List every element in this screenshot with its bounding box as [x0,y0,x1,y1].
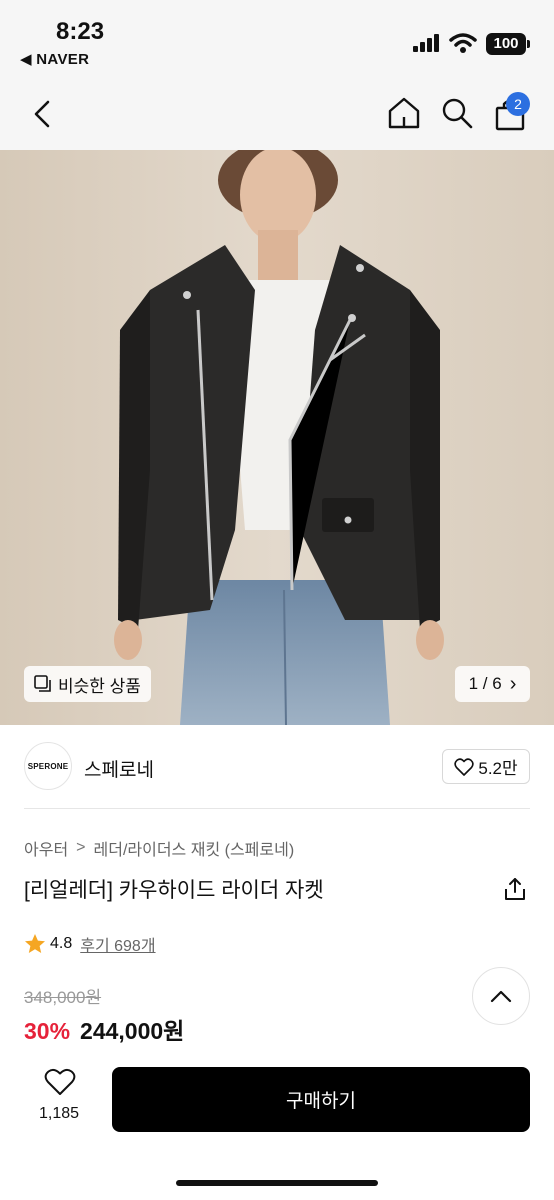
similar-products-button[interactable]: 비슷한 상품 [24,666,151,702]
rating-score: 4.8 [50,935,73,952]
image-page-indicator[interactable]: 1 / 6 › [455,666,530,702]
product-title: [리얼레더] 카우하이드 라이더 자켓 [24,879,324,902]
breadcrumb-separator: > [76,839,86,856]
heart-icon [454,757,475,776]
scroll-to-top-button[interactable] [472,967,530,1025]
breadcrumb-category[interactable]: 아우터 [24,836,68,860]
search-icon[interactable] [440,96,474,130]
wifi-icon [449,33,477,53]
chevron-up-icon [490,990,512,1003]
divider [24,808,530,809]
brand-name[interactable]: 스페로네 [84,755,154,782]
breadcrumb-subcategory[interactable]: 레더/라이더스 재킷 (스페로네) [94,836,295,860]
share-icon[interactable] [502,876,528,902]
sale-price: 244,000원 [80,1018,185,1044]
reviews-link[interactable]: 후기 698개 [80,932,155,956]
home-icon[interactable] [386,95,422,131]
rating-row: 4.8 후기 698개 [24,932,156,956]
wishlist-count: 1,185 [38,1105,80,1122]
brand-like-count: 5.2만 [478,759,518,778]
similar-products-label: 비슷한 상품 [58,676,141,696]
product-image[interactable]: 비슷한 상품 1 / 6 › [0,150,554,725]
brand-like-button[interactable]: 5.2만 [442,749,530,784]
status-time: 8:23 [56,18,105,45]
price-row: 30% 244,000원 [24,1012,184,1046]
top-navbar [0,80,554,150]
signal-icon [413,34,439,52]
original-price: 348,000원 [24,988,102,1007]
back-chevron-icon[interactable] [28,98,56,130]
back-to-app-link[interactable]: ◀ NAVER [20,50,89,68]
breadcrumb: 아우터 > 레더/라이더스 재킷 (스페로네) [24,836,294,860]
status-bar: 8:23 ◀ NAVER 100 [0,0,554,80]
star-icon [25,934,45,953]
product-photo [0,150,554,725]
chevron-right-icon: › [509,673,517,695]
brand-logo[interactable]: SPERONE [24,742,72,790]
heart-icon [44,1068,76,1095]
battery-icon: 100 [486,33,530,55]
discount-rate: 30% [24,1018,71,1044]
page-indicator-text: 1 / 6 [468,674,502,693]
cart-count-badge: 2 [506,92,530,116]
copy-squares-icon [34,675,51,692]
home-indicator [176,1180,378,1186]
buy-button[interactable]: 구매하기 [112,1067,530,1132]
